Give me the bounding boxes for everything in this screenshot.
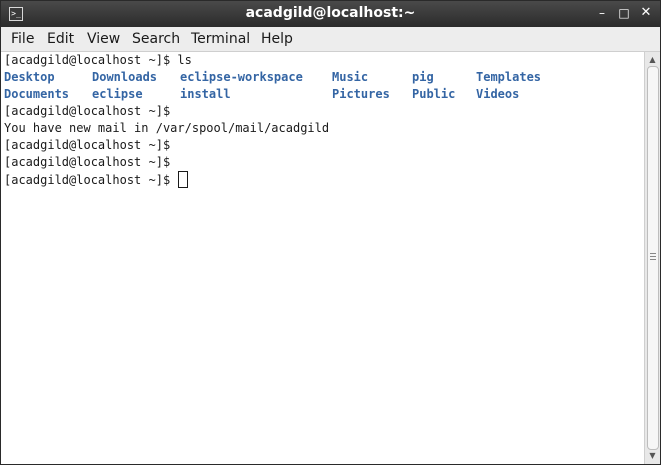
maximize-button[interactable]: □ [615, 4, 633, 22]
terminal-output[interactable]: [acadgild@localhost ~]$ ls Desktop Downl… [1, 52, 643, 464]
terminal-window: >_ acadgild@localhost:~ – □ ✕ File Edit … [0, 0, 661, 465]
ls-entry-public: Public [412, 87, 456, 101]
menu-bar: File Edit View Search Terminal Help [1, 27, 660, 52]
menu-file[interactable]: File [11, 31, 34, 47]
title-bar[interactable]: >_ acadgild@localhost:~ – □ ✕ [1, 1, 660, 27]
terminal-line: [acadgild@localhost ~]$ [4, 104, 171, 118]
text-cursor [178, 171, 189, 188]
ls-entry-templates: Templates [476, 70, 542, 84]
window-title: acadgild@localhost:~ [245, 5, 416, 21]
terminal-line: You have new mail in /var/spool/mail/aca… [4, 121, 330, 135]
terminal-line: [acadgild@localhost ~]$ [4, 138, 171, 152]
ls-entry-downloads: Downloads [92, 70, 158, 84]
menu-edit[interactable]: Edit [47, 31, 74, 47]
ls-entry-eclipse: eclipse [92, 87, 143, 101]
ls-entry-desktop: Desktop [4, 70, 55, 84]
ls-entry-videos: Videos [476, 87, 520, 101]
menu-help[interactable]: Help [261, 31, 293, 47]
ls-entry-documents: Documents [4, 87, 70, 101]
minimize-button[interactable]: – [593, 4, 611, 22]
terminal-prompt-line[interactable]: [acadgild@localhost ~]$ [4, 171, 189, 188]
ls-entry-install: install [180, 87, 231, 101]
ls-entry-pig: pig [412, 70, 434, 84]
ls-entry-eclipse-workspace: eclipse-workspace [180, 70, 303, 84]
scroll-down-arrow-icon[interactable]: ▼ [645, 450, 660, 462]
scrollbar-thumb[interactable] [647, 66, 659, 450]
menu-view[interactable]: View [87, 31, 120, 47]
terminal-line: [acadgild@localhost ~]$ ls [4, 53, 192, 67]
grip-icon [650, 253, 656, 262]
scroll-up-arrow-icon[interactable]: ▲ [645, 54, 660, 66]
ls-entry-music: Music [332, 70, 369, 84]
ls-entry-pictures: Pictures [332, 87, 390, 101]
terminal-line: [acadgild@localhost ~]$ [4, 155, 171, 169]
menu-terminal[interactable]: Terminal [191, 31, 250, 47]
prompt: [acadgild@localhost ~]$ [4, 173, 178, 187]
close-button[interactable]: ✕ [637, 4, 655, 22]
menu-search[interactable]: Search [132, 31, 180, 47]
vertical-scrollbar[interactable]: ▲ ▼ [644, 52, 660, 464]
